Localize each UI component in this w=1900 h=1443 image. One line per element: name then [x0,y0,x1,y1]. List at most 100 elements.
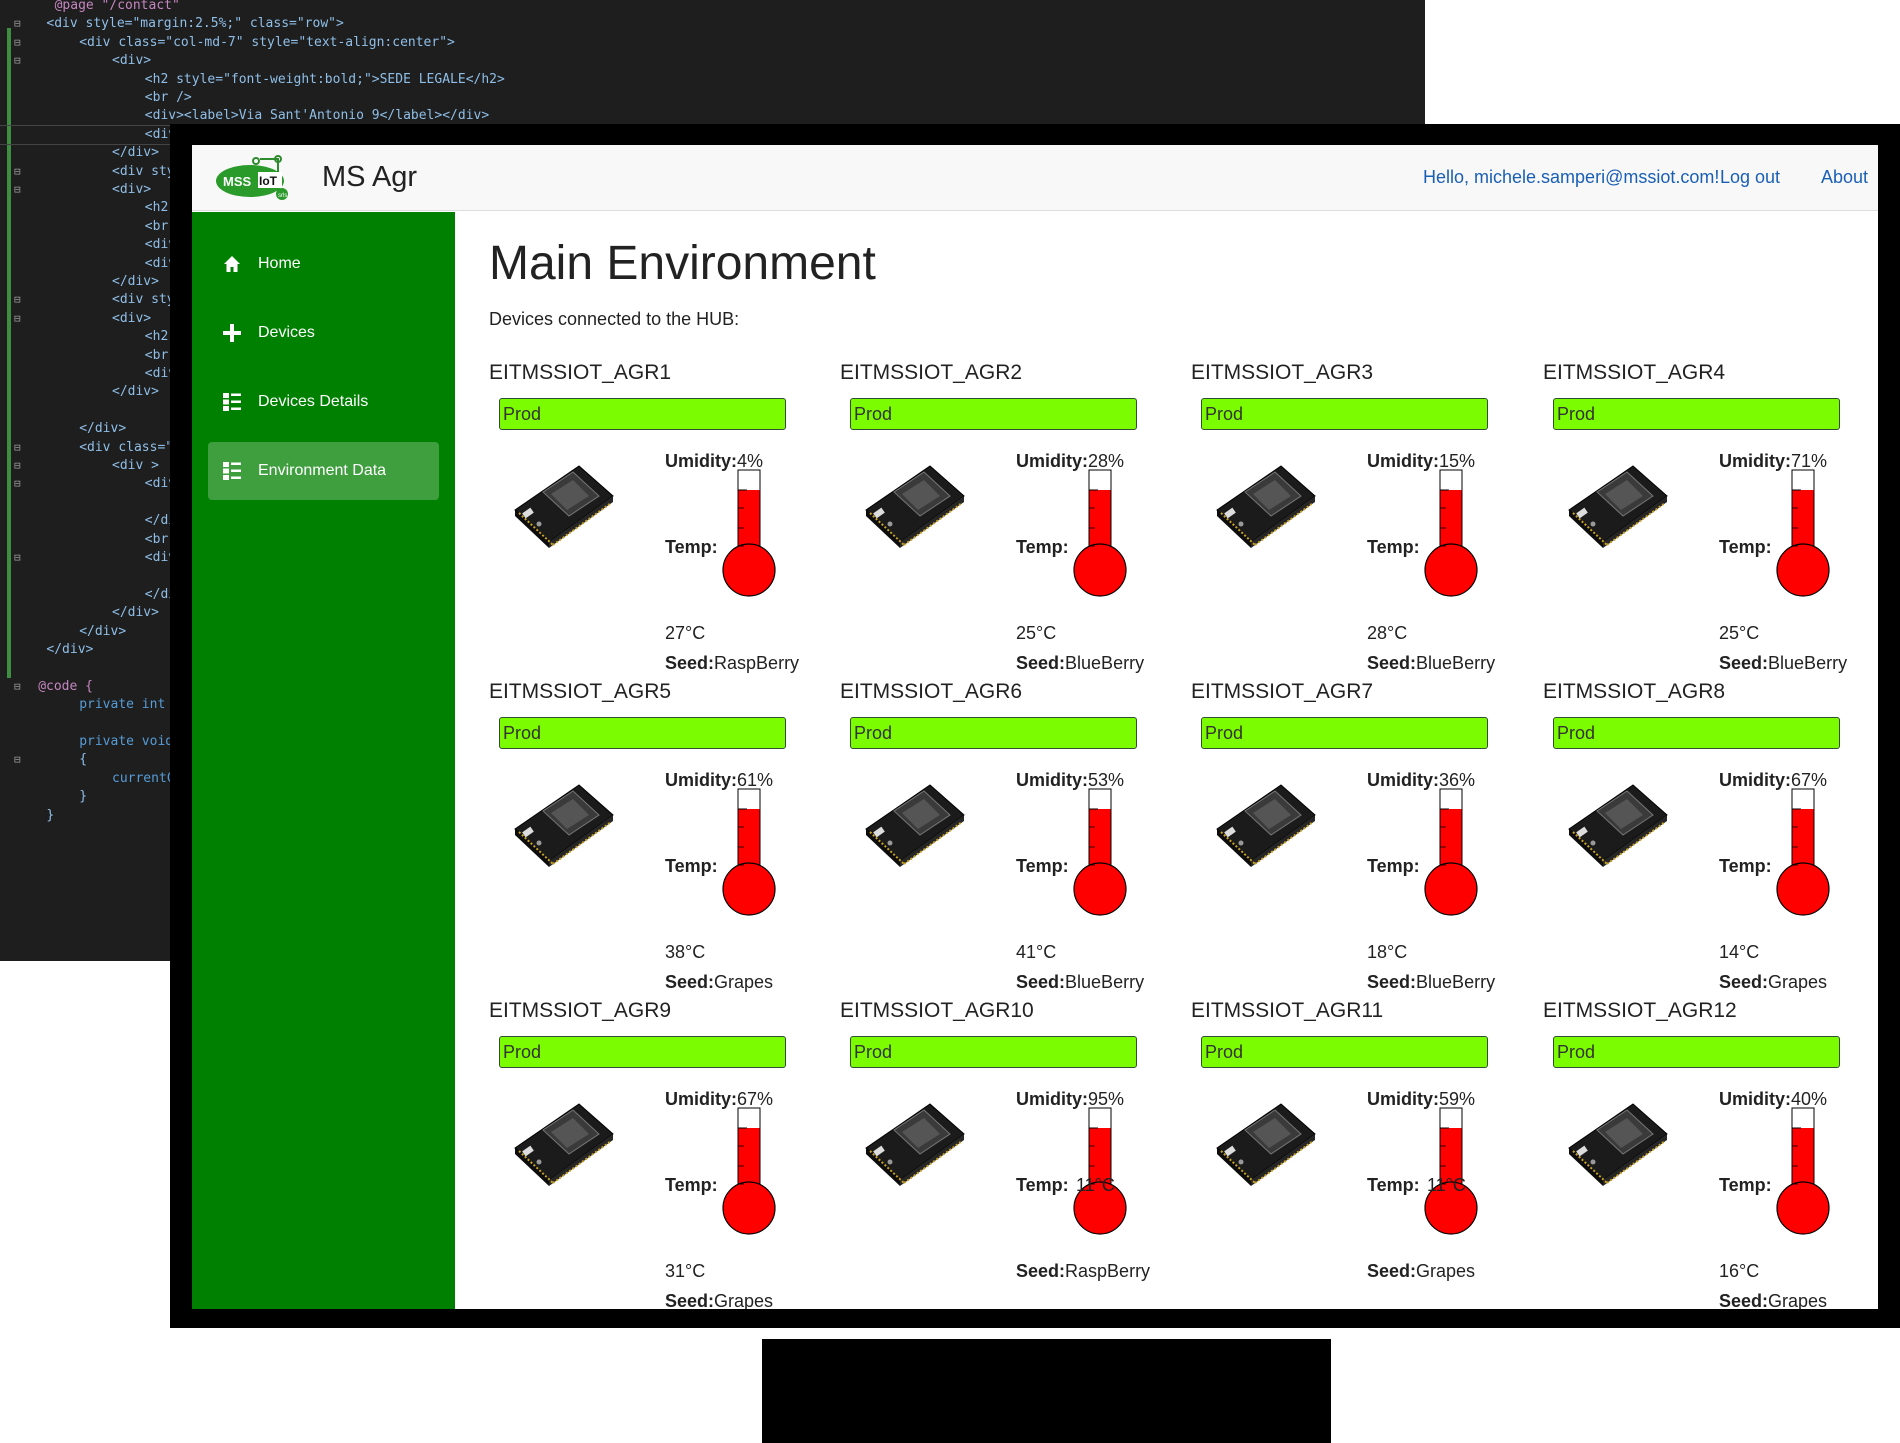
device-card: EITMSSIOT_AGR4 Prod Umidity:71% Temp: 25°C Se… [1543,360,1878,673]
code-line: @page "/contact" [0,0,1425,15]
seed-label: Seed: [1016,1261,1066,1281]
code-line: ⊟ <div class="col-md-7" style="text-align… [0,34,1425,52]
thermometer-icon [722,469,776,597]
fold-toggle-icon[interactable]: ⊟ [14,163,21,181]
device-name[interactable]: EITMSSIOT_AGR5 [489,679,671,705]
seed-value: RaspBerry [1065,1261,1151,1281]
fold-toggle-icon[interactable]: ⊟ [14,34,21,52]
sidebar-item-label: Home [258,255,301,272]
fold-toggle-icon[interactable]: ⊟ [14,678,21,696]
sidebar-item-devices-details[interactable]: Devices Details [208,373,439,431]
sidebar-item-devices[interactable]: Devices [208,304,439,362]
fold-toggle-icon[interactable]: ⊟ [14,475,21,493]
page-title: Main Environment [489,237,876,290]
device-name[interactable]: EITMSSIOT_AGR10 [840,998,1034,1024]
status-bar: Prod [1553,1036,1840,1068]
esp32-board-icon [514,465,614,548]
status-bar: Prod [499,1036,786,1068]
code-text: </div> [112,274,159,289]
seed-value: Grapes [1768,972,1828,992]
fold-toggle-icon[interactable]: ⊟ [14,15,21,33]
code-text: </div> [79,421,127,437]
thermometer-icon [1073,469,1127,597]
temperature-value: 38°C [665,942,706,962]
code-text: @page "/contact" [54,0,180,13]
code-text: } [46,807,55,823]
fold-toggle-icon[interactable]: ⊟ [14,751,21,769]
device-name[interactable]: EITMSSIOT_AGR6 [840,679,1022,705]
device-name[interactable]: EITMSSIOT_AGR2 [840,360,1022,386]
status-bar: Prod [1201,398,1488,430]
code-text: </div> [112,384,159,400]
esp32-board-icon [1568,784,1668,867]
sidebar-item-home[interactable]: Home [208,235,439,293]
code-text: <div style="margin:2.5%;" class="row"> [46,16,344,32]
list-icon [223,462,241,480]
seed-readout: Seed:Grapes [1719,1290,1827,1309]
device-card: EITMSSIOT_AGR11 Prod Umidity:59% Temp: 11°C S… [1191,998,1531,1308]
monitor-stand [762,1339,1331,1443]
fold-toggle-icon[interactable]: ⊟ [14,310,21,328]
esp32-board-icon [1216,784,1316,867]
seed-value: BlueBerry [1416,972,1496,992]
device-name[interactable]: EITMSSIOT_AGR8 [1543,679,1725,705]
code-text: <div> [112,310,152,326]
device-name[interactable]: EITMSSIOT_AGR12 [1543,998,1737,1024]
seed-label: Seed: [1719,1291,1769,1309]
logout-link[interactable]: Log out [1720,165,1780,189]
thermometer-icon [1776,469,1830,597]
seed-label: Seed: [665,653,715,673]
fold-toggle-icon[interactable]: ⊟ [14,439,21,457]
code-text: <div> [112,182,152,197]
main-content: Main Environment Devices connected to th… [455,212,1878,1309]
user-greeting-link[interactable]: Hello, michele.samperi@mssiot.com! [1423,165,1719,189]
device-name[interactable]: EITMSSIOT_AGR11 [1191,998,1383,1024]
code-text: </div> [46,642,94,657]
device-name[interactable]: EITMSSIOT_AGR4 [1543,360,1725,386]
seed-value: BlueBerry [1768,653,1848,673]
seed-value: BlueBerry [1416,653,1496,673]
code-text: <div class="col-md-7" style="text-align:… [79,34,455,50]
about-link[interactable]: About [1821,165,1868,189]
device-card: EITMSSIOT_AGR6 Prod Umidity:53% Temp: 41°C Se… [840,679,1180,992]
temperature-value: 11°C [1427,1175,1466,1195]
code-text: { [79,752,88,768]
temp-label: Temp: [665,1175,718,1195]
brand-title[interactable]: MS Agr [322,157,417,197]
fold-toggle-icon[interactable]: ⊟ [14,181,21,199]
thermometer-icon [1776,788,1830,916]
fold-toggle-icon[interactable]: ⊟ [14,52,21,70]
fold-toggle-icon[interactable]: ⊟ [14,291,21,309]
status-bar: Prod [850,398,1137,430]
fold-toggle-icon[interactable]: ⊟ [14,457,21,475]
thermometer-icon [722,1107,776,1235]
thermometer-icon [1073,1107,1127,1235]
code-line: ⊟ <div> [0,52,1425,70]
seed-label: Seed: [1367,972,1417,992]
code-text: <h2 style="font-weight:bold;">SEDE LEGAL… [144,71,505,87]
status-bar: Prod [1201,1036,1488,1068]
temperature-value: 16°C [1719,1261,1760,1281]
thermometer-icon [1424,469,1478,597]
temperature-value: 28°C [1367,623,1408,643]
device-name[interactable]: EITMSSIOT_AGR9 [489,998,671,1024]
device-name[interactable]: EITMSSIOT_AGR3 [1191,360,1373,386]
fold-toggle-icon[interactable]: ⊟ [14,549,21,567]
temperature-value: 18°C [1367,942,1408,962]
seed-label: Seed: [665,972,715,992]
seed-value: Grapes [1768,1291,1828,1309]
seed-readout: Seed:RaspBerry [1016,1260,1150,1282]
mssiot-logo-icon[interactable]: MSS IoT srls [214,153,292,203]
seed-label: Seed: [1016,653,1066,673]
seed-label: Seed: [1719,972,1769,992]
status-bar: Prod [499,398,786,430]
code-line: <h2 style="font-weight:bold;">SEDE LEGAL… [0,71,1425,89]
device-name[interactable]: EITMSSIOT_AGR1 [489,360,671,386]
device-name[interactable]: EITMSSIOT_AGR7 [1191,679,1373,705]
sidebar-item-environment-data[interactable]: Environment Data [208,442,439,500]
code-text: <br /> [144,90,192,105]
status-bar: Prod [850,717,1137,749]
esp32-board-icon [1216,1103,1316,1186]
device-card: EITMSSIOT_AGR8 Prod Umidity:67% Temp: 14°C Se… [1543,679,1878,992]
code-text: </div> [112,145,159,161]
